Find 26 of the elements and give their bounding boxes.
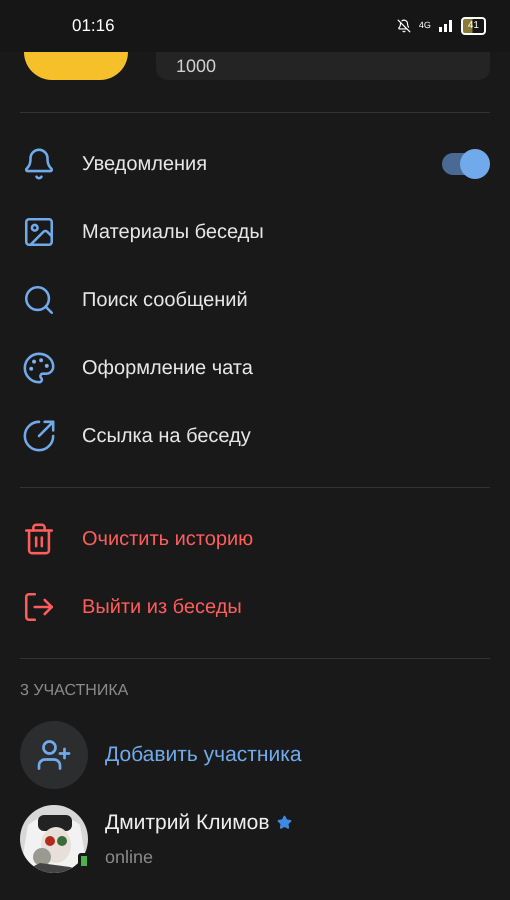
add-member-item[interactable]: Добавить участника	[0, 721, 510, 789]
member-name: Дмитрий Климов	[105, 810, 270, 836]
bell-off-icon	[396, 19, 411, 33]
menu-item[interactable]: Выйти из беседы	[0, 573, 510, 641]
signal-icon	[438, 20, 453, 32]
members-heading: 3 УЧАСТНИКА	[19, 681, 130, 701]
member-limit-field[interactable]: 1000	[156, 52, 490, 80]
menu-item[interactable]: Материалы беседы	[0, 198, 510, 266]
menu-item[interactable]: Оформление чата	[0, 334, 510, 402]
member-item[interactable]: Дмитрий Климов online	[0, 805, 510, 873]
clock-time: 01:16	[72, 15, 115, 38]
add-user-icon	[36, 737, 72, 773]
search-icon	[22, 283, 56, 317]
network-type: 4G	[418, 19, 431, 32]
bell-icon	[22, 147, 56, 181]
battery-level: 41	[460, 17, 486, 35]
menu-item[interactable]: Поиск сообщений	[0, 266, 510, 334]
menu-item[interactable]: Ссылка на беседу	[0, 402, 510, 470]
exit-icon	[22, 590, 56, 624]
arrow-circle-icon	[22, 419, 56, 453]
image-icon	[22, 215, 56, 249]
palette-icon	[22, 351, 56, 385]
trash-icon	[22, 522, 56, 556]
menu-item[interactable]: Уведомления	[0, 130, 510, 198]
member-status: online	[105, 846, 154, 870]
menu-item[interactable]: Очистить историю	[0, 505, 510, 573]
